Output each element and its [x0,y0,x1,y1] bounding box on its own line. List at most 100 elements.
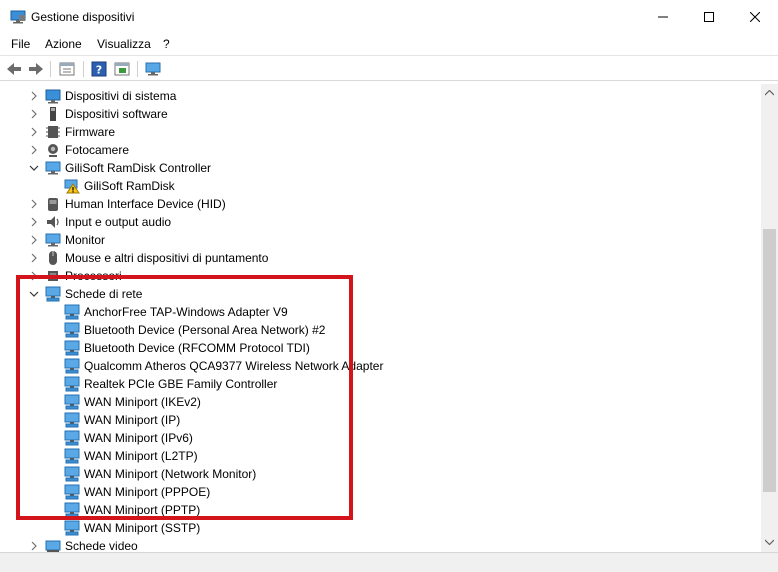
tree-device[interactable]: Qualcomm Atheros QCA9377 Wireless Networ… [0,357,760,375]
tree-item-label: Monitor [65,233,106,247]
tree-category[interactable]: Firmware [0,123,760,141]
tree-device[interactable]: WAN Miniport (PPTP) [0,501,760,519]
hid-icon [48,198,58,211]
network-adapter-icon [64,430,80,446]
help-icon[interactable]: ? [90,60,108,78]
menu-bar: File Azione Visualizza ? [0,34,778,54]
tree-category[interactable]: Input e output audio [0,213,760,231]
scroll-down-icon[interactable] [765,539,774,545]
tree-item-label: WAN Miniport (PPPOE) [84,485,211,499]
tree-device[interactable]: Realtek PCIe GBE Family Controller [0,375,760,393]
close-icon [750,12,760,22]
tree-category[interactable]: Schede video [0,537,760,552]
close-button[interactable] [732,0,778,34]
tree-category[interactable]: Dispositivi di sistema [0,87,760,105]
mouse-icon [49,251,57,265]
monitor-icon [45,161,61,175]
tree-device[interactable]: Bluetooth Device (RFCOMM Protocol TDI) [0,339,760,357]
tree-item-label: WAN Miniport (SSTP) [84,521,201,535]
tree-category[interactable]: Schede di rete [0,285,760,303]
tree-category[interactable]: Processori [0,267,760,285]
menu-azione[interactable]: Azione [45,37,82,51]
chevron-right-icon[interactable] [28,216,40,228]
tree-device[interactable]: WAN Miniport (SSTP) [0,519,760,537]
chevron-right-icon[interactable] [28,198,40,210]
network-adapter-icon [64,520,80,536]
tree-device[interactable]: WAN Miniport (Network Monitor) [0,465,760,483]
tree-device[interactable]: Bluetooth Device (Personal Area Network)… [0,321,760,339]
chevron-down-icon[interactable] [28,162,40,174]
chevron-down-icon[interactable] [28,288,40,300]
scroll-up-icon[interactable] [765,90,774,96]
tree-device[interactable]: WAN Miniport (IPv6) [0,429,760,447]
chevron-right-icon[interactable] [28,540,40,552]
tree-device[interactable]: WAN Miniport (PPPOE) [0,483,760,501]
toolbar-separator [50,61,51,77]
menu-visualizza[interactable]: Visualizza [97,37,151,51]
tree-category[interactable]: Fotocamere [0,141,760,159]
status-bar [0,552,778,572]
vertical-scrollbar[interactable] [761,84,778,552]
speaker-icon [47,216,59,228]
monitor-icon[interactable] [144,60,162,78]
tree-category[interactable]: Monitor [0,231,760,249]
network-adapter-icon [64,484,80,500]
tree-category[interactable]: Dispositivi software [0,105,760,123]
chevron-right-icon[interactable] [28,252,40,264]
tree-item-label: Schede video [65,539,138,552]
system-device-icon [45,89,61,104]
tree-item-label: GiliSoft RamDisk [84,179,175,193]
chevron-right-icon[interactable] [28,126,40,138]
tree-item-label: WAN Miniport (IKEv2) [84,395,201,409]
network-adapter-icon [64,304,80,320]
network-adapter-icon [64,322,80,338]
toolbar-separator [137,61,138,77]
tree-device[interactable]: WAN Miniport (IP) [0,411,760,429]
tree-category[interactable]: Mouse e altri dispositivi di puntamento [0,249,760,267]
software-device-icon [50,107,56,121]
toolbar-separator [83,61,84,77]
menu-help[interactable]: ? [163,37,170,51]
device-tree[interactable]: Dispositivi di sistema Dispositivi softwa… [0,84,761,552]
maximize-button[interactable] [686,0,732,34]
menu-file[interactable]: File [11,37,30,51]
svg-text:?: ? [96,64,102,77]
tree-item-label: Firmware [65,125,115,139]
back-icon[interactable] [5,60,23,78]
minimize-button[interactable] [640,0,686,34]
properties-icon[interactable] [58,60,76,78]
chevron-right-icon[interactable] [28,108,40,120]
camera-icon [48,144,58,157]
chevron-right-icon[interactable] [28,270,40,282]
forward-icon[interactable] [27,60,45,78]
tree-item-label: Processori [65,269,122,283]
minimize-icon [658,16,668,18]
tree-item-label: Input e output audio [65,215,172,229]
network-adapter-icon [64,448,80,464]
tree-item-label: WAN Miniport (IP) [84,413,181,427]
tree-device[interactable]: AnchorFree TAP-Windows Adapter V9 [0,303,760,321]
tree-item-label: Fotocamere [65,143,130,157]
tree-item-label: Dispositivi di sistema [65,89,177,103]
chevron-right-icon[interactable] [28,90,40,102]
tree-item-label: AnchorFree TAP-Windows Adapter V9 [84,305,288,319]
tree-category[interactable]: Human Interface Device (HID) [0,195,760,213]
tree-item-label: Schede di rete [65,287,143,301]
warning-device-icon [64,179,80,194]
scrollbar-thumb[interactable] [763,229,776,492]
tree-item-label: WAN Miniport (IPv6) [84,431,193,445]
tree-item-label: Qualcomm Atheros QCA9377 Wireless Networ… [84,359,384,373]
tree-device[interactable]: WAN Miniport (L2TP) [0,447,760,465]
network-adapter-icon [45,286,61,302]
tree-item-label: Bluetooth Device (RFCOMM Protocol TDI) [84,341,310,355]
chevron-right-icon[interactable] [28,144,40,156]
driver-icon[interactable] [113,60,131,78]
tree-device[interactable]: GiliSoft RamDisk [0,177,760,195]
chevron-right-icon[interactable] [28,234,40,246]
tree-device[interactable]: WAN Miniport (IKEv2) [0,393,760,411]
tree-item-label: WAN Miniport (PPTP) [84,503,201,517]
firmware-icon [46,126,60,138]
tree-category[interactable]: GiliSoft RamDisk Controller [0,159,760,177]
device-manager-icon [10,10,26,24]
maximize-icon [704,12,714,22]
